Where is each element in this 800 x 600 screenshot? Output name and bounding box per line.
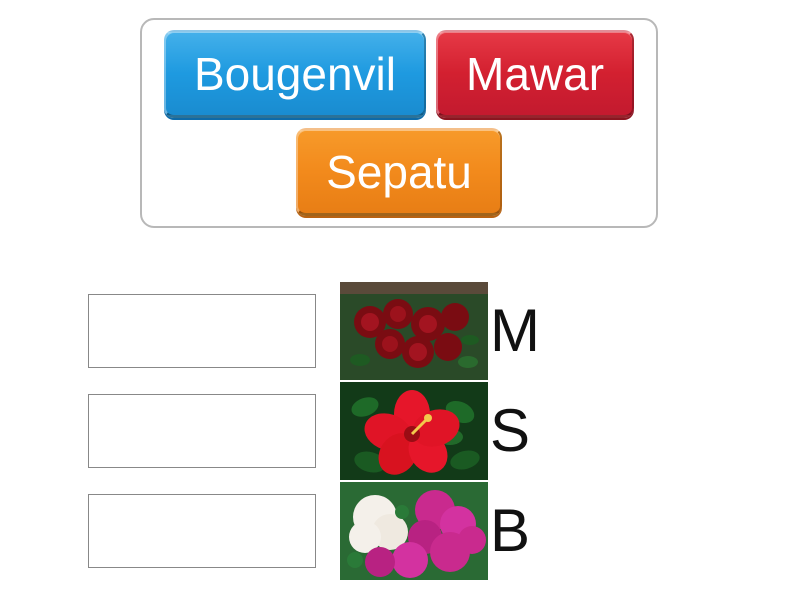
chip-sepatu[interactable]: Sepatu — [296, 128, 502, 216]
target-letter: B — [490, 501, 530, 561]
target-row: M — [88, 282, 540, 380]
chip-label: Sepatu — [326, 145, 472, 199]
target-letter: M — [490, 301, 540, 361]
target-letter: S — [490, 401, 530, 461]
drop-slot[interactable] — [88, 394, 316, 468]
chip-label: Bougenvil — [194, 47, 396, 101]
target-row: B — [88, 482, 530, 580]
bougainvillea-image-icon — [340, 482, 488, 580]
option-panel: Bougenvil Mawar Sepatu — [140, 18, 658, 228]
target-row: S — [88, 382, 530, 480]
activity-stage: Bougenvil Mawar Sepatu — [0, 0, 800, 600]
drop-slot[interactable] — [88, 494, 316, 568]
chip-mawar[interactable]: Mawar — [436, 30, 634, 118]
chip-bougenvil[interactable]: Bougenvil — [164, 30, 426, 118]
hibiscus-image-icon — [340, 382, 488, 480]
drop-slot[interactable] — [88, 294, 316, 368]
roses-image-icon — [340, 282, 488, 380]
chip-label: Mawar — [466, 47, 604, 101]
